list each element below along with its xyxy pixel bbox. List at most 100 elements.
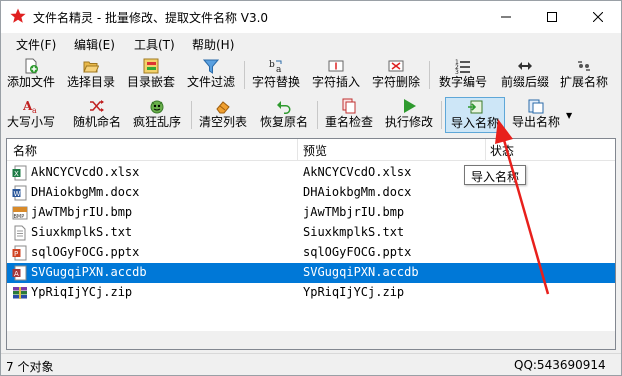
table-row[interactable]: W DHAiokbgMm.docx DHAiokbgMm.docx xyxy=(7,183,615,203)
delete-text-icon xyxy=(388,60,404,71)
file-name: DHAiokbgMm.docx xyxy=(31,185,140,199)
horizontal-scrollbar[interactable] xyxy=(7,331,615,349)
export-icon xyxy=(528,99,544,113)
svg-text:P: P xyxy=(14,250,18,258)
toolbar-secondary: Aa 大写小写 随机命名 疯狂乱序 清空列表 恢复原名 重名检查 执行修改 导入… xyxy=(1,95,621,135)
table-row-selected[interactable]: A SVGugqiPXN.accdb SVGugqiPXN.accdb xyxy=(7,263,615,283)
column-header-name[interactable]: 名称 xyxy=(13,142,37,159)
column-divider[interactable] xyxy=(297,139,298,161)
svg-text:A: A xyxy=(14,270,19,278)
word-file-icon: W xyxy=(12,185,27,201)
menu-help[interactable]: 帮助(H) xyxy=(192,36,234,53)
file-preview: DHAiokbgMm.docx xyxy=(303,185,412,199)
svg-text:W: W xyxy=(14,190,21,198)
extension-button[interactable]: 扩展名称 xyxy=(557,57,611,93)
maximize-button[interactable] xyxy=(529,1,575,33)
crazy-face-icon xyxy=(150,100,164,113)
toolbar-separator xyxy=(441,101,442,129)
prefix-suffix-button[interactable]: 前缀后缀 xyxy=(497,57,553,93)
case-button[interactable]: Aa 大写小写 xyxy=(5,97,57,133)
nested-dir-button[interactable]: 目录嵌套 xyxy=(125,57,177,93)
number-button[interactable]: 123 数字编号 xyxy=(435,57,491,93)
export-names-button[interactable]: 导出名称 xyxy=(509,97,563,133)
svg-text:X: X xyxy=(14,170,19,178)
file-name: jAwTMbjrIU.bmp xyxy=(31,205,133,219)
svg-text:b: b xyxy=(269,60,275,70)
title-bar: 文件名精灵 - 批量修改、提取文件名称 V3.0 xyxy=(1,1,621,33)
list-header: 名称 预览 状态 xyxy=(7,139,615,161)
char-delete-button[interactable]: 字符删除 xyxy=(370,57,422,93)
file-filter-button[interactable]: 文件过滤 xyxy=(185,57,237,93)
table-row[interactable]: BMP jAwTMbjrIU.bmp jAwTMbjrIU.bmp xyxy=(7,203,615,223)
select-dir-button[interactable]: 选择目录 xyxy=(65,57,117,93)
folder-open-icon xyxy=(83,61,99,72)
duplicate-pages-icon xyxy=(342,98,356,113)
minimize-icon xyxy=(501,16,511,18)
file-name: YpRiqIjYCj.zip xyxy=(31,285,133,299)
file-name: AkNCYCVcdO.xlsx xyxy=(31,165,140,179)
import-icon xyxy=(468,100,483,113)
extension-icon xyxy=(578,60,590,71)
add-file-icon xyxy=(25,58,38,73)
toolbar-separator xyxy=(191,101,192,129)
random-name-button[interactable]: 随机命名 xyxy=(69,97,125,133)
menu-edit[interactable]: 编辑(E) xyxy=(74,36,115,53)
svg-text:a: a xyxy=(32,106,37,114)
file-preview: SVGugqiPXN.accdb xyxy=(303,265,419,279)
file-name: sqlOGyFOCG.pptx xyxy=(31,245,140,259)
nested-folder-icon xyxy=(143,58,159,73)
shuffle-icon xyxy=(90,99,104,112)
toolbar-separator xyxy=(244,61,245,89)
numbered-list-icon: 123 xyxy=(455,59,470,74)
table-row[interactable]: P sqlOGyFOCG.pptx sqlOGyFOCG.pptx xyxy=(7,243,615,263)
table-row[interactable]: YpRiqIjYCj.zip YpRiqIjYCj.zip xyxy=(7,283,615,303)
add-file-button[interactable]: 添加文件 xyxy=(5,57,57,93)
dup-check-button[interactable]: 重名检查 xyxy=(322,97,376,133)
left-right-arrows-icon xyxy=(518,61,532,70)
app-window: 文件名精灵 - 批量修改、提取文件名称 V3.0 文件(F) 编辑(E) 工具(… xyxy=(0,0,622,376)
letter-case-icon: Aa xyxy=(23,99,37,114)
column-header-preview[interactable]: 预览 xyxy=(303,142,327,159)
insert-text-icon xyxy=(328,60,344,71)
maximize-icon xyxy=(547,12,557,22)
toolbar-separator xyxy=(429,61,430,89)
filter-funnel-icon xyxy=(203,59,219,74)
file-preview: SiuxkmplkS.txt xyxy=(303,225,405,239)
bmp-file-icon: BMP xyxy=(12,206,28,220)
shuffle-button[interactable]: 疯狂乱序 xyxy=(129,97,185,133)
menu-file[interactable]: 文件(F) xyxy=(16,36,56,53)
import-tooltip: 导入名称 xyxy=(464,165,526,185)
column-divider[interactable] xyxy=(485,139,486,161)
table-row[interactable]: SiuxkmplkS.txt SiuxkmplkS.txt xyxy=(7,223,615,243)
object-count: 7 个对象 xyxy=(6,360,54,374)
file-name: SVGugqiPXN.accdb xyxy=(31,265,147,279)
char-replace-button[interactable]: ba 字符替换 xyxy=(250,57,302,93)
toolbar-separator xyxy=(317,101,318,129)
char-insert-button[interactable]: 字符插入 xyxy=(310,57,362,93)
file-preview: sqlOGyFOCG.pptx xyxy=(303,245,412,259)
file-name: SiuxkmplkS.txt xyxy=(31,225,133,239)
restore-name-button[interactable]: 恢复原名 xyxy=(257,97,311,133)
window-title: 文件名精灵 - 批量修改、提取文件名称 V3.0 xyxy=(33,11,269,25)
toolbar-primary: 添加文件 选择目录 目录嵌套 文件过滤 ba 字符替换 字符插入 字符删除 1 … xyxy=(1,55,621,95)
app-star-icon xyxy=(10,8,26,23)
clear-list-button[interactable]: 清空列表 xyxy=(196,97,250,133)
file-preview: jAwTMbjrIU.bmp xyxy=(303,205,405,219)
undo-arrow-icon xyxy=(277,100,291,114)
close-button[interactable] xyxy=(575,1,621,33)
menu-tools[interactable]: 工具(T) xyxy=(134,36,175,53)
execute-button[interactable]: 执行修改 xyxy=(382,97,436,133)
access-file-icon: A xyxy=(12,265,27,281)
column-header-status[interactable]: 状态 xyxy=(490,142,514,159)
powerpoint-file-icon: P xyxy=(12,245,27,261)
file-preview: AkNCYCVcdO.xlsx xyxy=(303,165,412,179)
excel-file-icon: X xyxy=(12,165,27,181)
import-names-button[interactable]: 导入名称 xyxy=(445,97,505,133)
svg-text:a: a xyxy=(276,65,282,74)
zip-archive-icon xyxy=(13,287,27,299)
replace-text-icon: ba xyxy=(269,60,282,74)
svg-text:BMP: BMP xyxy=(14,214,25,220)
play-icon xyxy=(404,98,416,113)
minimize-button[interactable] xyxy=(483,1,529,33)
export-dropdown-arrow-icon[interactable]: ▼ xyxy=(566,111,572,120)
